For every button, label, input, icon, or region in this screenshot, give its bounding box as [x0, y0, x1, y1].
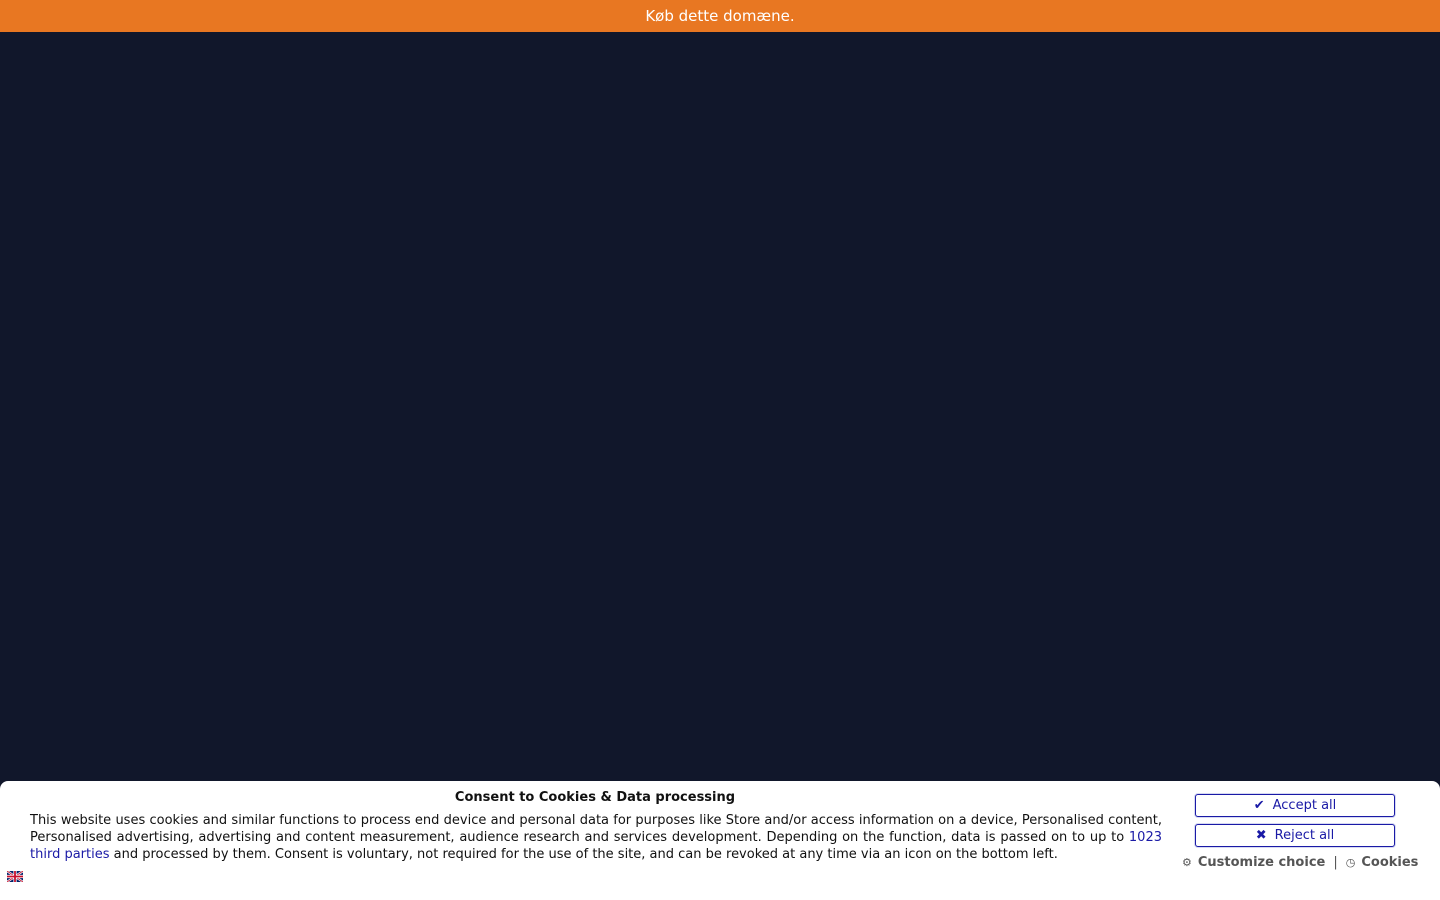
- cookie-consent-dialog: Consent to Cookies & Data processing Thi…: [0, 781, 1440, 900]
- accept-all-button[interactable]: ✔ Accept all: [1195, 794, 1395, 817]
- cookies-link[interactable]: ◷ Cookies: [1346, 855, 1419, 870]
- reject-all-button[interactable]: ✖ Reject all: [1195, 824, 1395, 847]
- consent-title: Consent to Cookies & Data processing: [454, 790, 736, 805]
- consent-description: This website uses cookies and similar fu…: [30, 812, 1162, 863]
- page-body: [0, 32, 1440, 782]
- buy-domain-banner[interactable]: Køb dette domæne.: [0, 0, 1440, 32]
- cookies-label: Cookies: [1361, 855, 1419, 870]
- checkmark-icon: ✔: [1253, 798, 1265, 813]
- links-separator: |: [1333, 855, 1338, 870]
- close-icon: ✖: [1255, 828, 1267, 843]
- consent-text-after: and processed by them. Consent is volunt…: [109, 847, 1058, 862]
- reject-all-label: Reject all: [1274, 828, 1335, 843]
- accept-all-label: Accept all: [1272, 798, 1337, 813]
- gear-icon: ⚙: [1182, 856, 1192, 869]
- consent-text-before: This website uses cookies and similar fu…: [30, 813, 1162, 845]
- consent-links: ⚙ Customize choice | ◷ Cookies: [1182, 855, 1418, 870]
- cookie-icon: ◷: [1345, 856, 1356, 869]
- customize-choice-link[interactable]: ⚙ Customize choice: [1182, 855, 1325, 870]
- customize-choice-label: Customize choice: [1197, 855, 1326, 870]
- uk-flag-icon[interactable]: [7, 871, 23, 882]
